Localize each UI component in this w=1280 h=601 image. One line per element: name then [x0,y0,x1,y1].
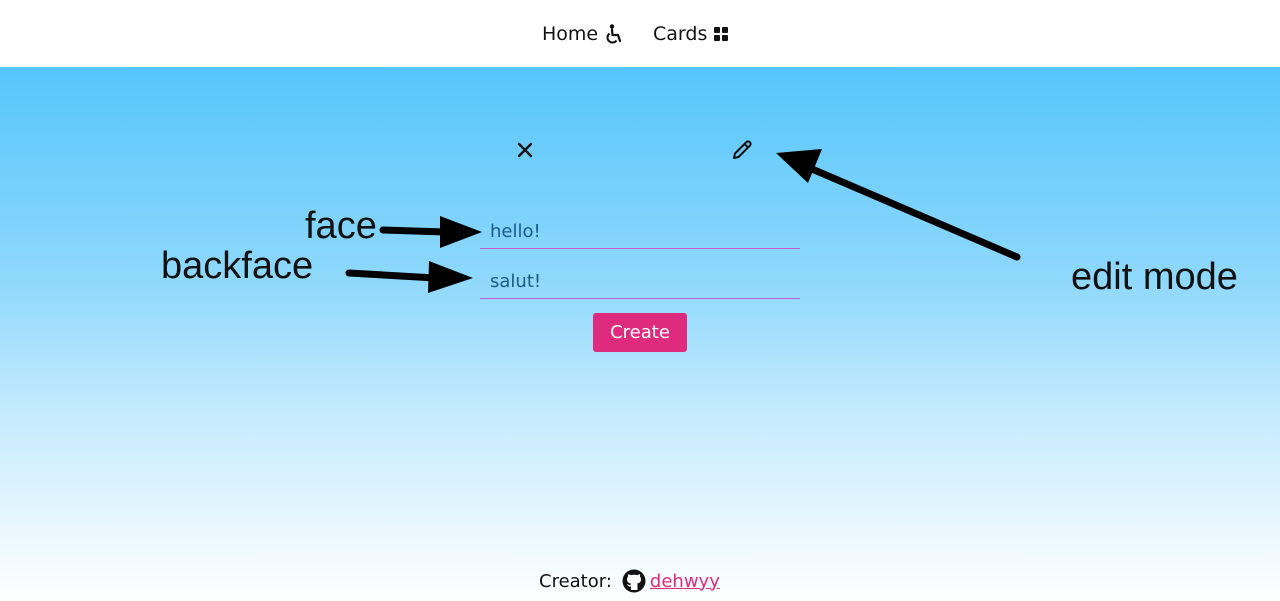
close-icon[interactable] [513,138,537,162]
top-nav: Home Cards [0,0,1280,67]
create-button[interactable]: Create [593,313,687,352]
wheelchair-icon [605,24,623,44]
grid-icon [714,27,729,41]
edit-mode-arrow [776,149,1021,261]
annotation-face: face [305,205,377,247]
nav-cards-label: Cards [653,23,708,45]
main-area: Create face backface edit mode Creator: … [0,67,1280,601]
footer: Creator: dehwyy [539,567,720,595]
backface-input[interactable] [480,265,800,299]
nav-cards-link[interactable]: Cards [653,20,729,48]
nav-home-label: Home [542,23,599,45]
annotation-edit-mode: edit mode [1071,256,1238,298]
annotation-backface: backface [161,245,314,287]
creator-link[interactable]: dehwyy [650,571,720,592]
github-icon [622,569,646,593]
face-input[interactable] [480,215,800,249]
creator-label: Creator: [539,570,612,592]
nav-home-link[interactable]: Home [542,20,623,48]
face-arrow [379,216,482,248]
backface-arrow [345,261,473,293]
pencil-icon[interactable] [728,136,756,164]
